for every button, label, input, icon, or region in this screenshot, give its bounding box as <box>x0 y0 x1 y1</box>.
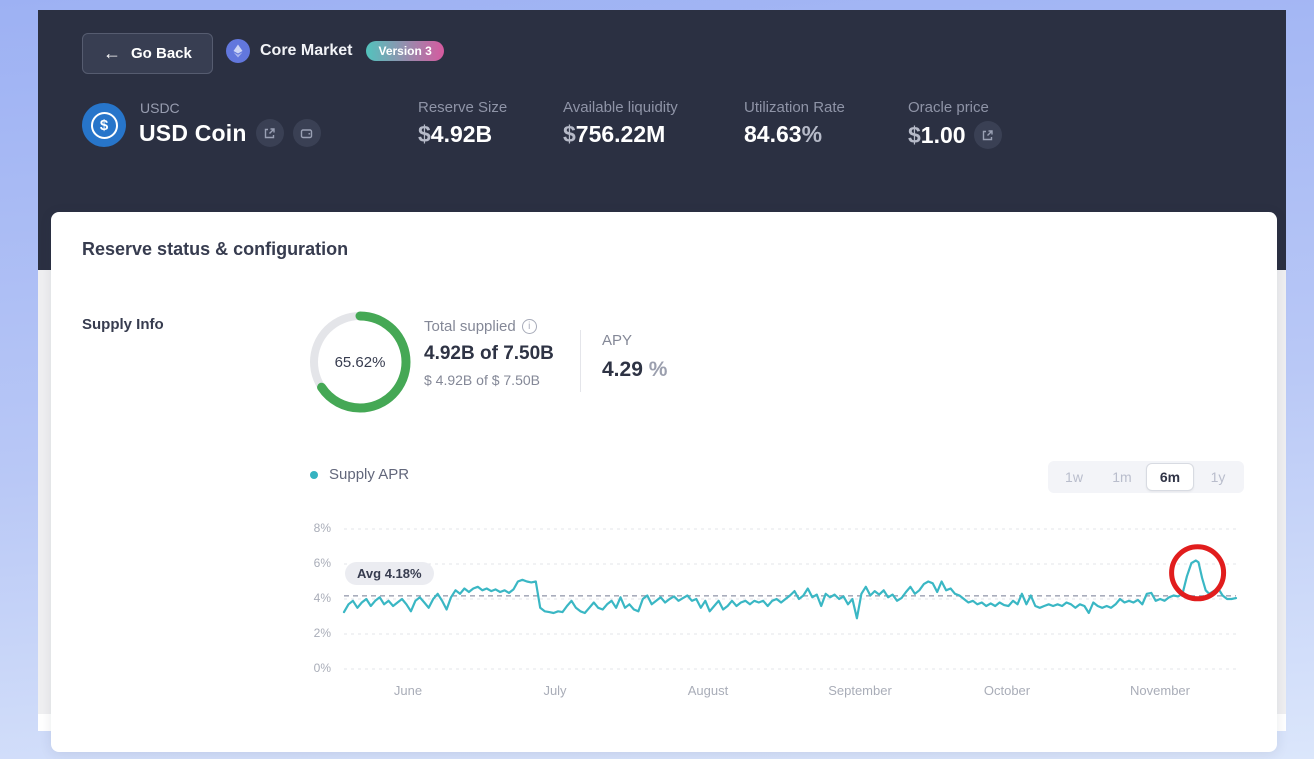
stat-available-liquidity: Available liquidity $756.22M <box>563 99 678 148</box>
total-supplied-value: 4.92B of 7.50B <box>424 343 554 364</box>
oracle-external-link-button[interactable] <box>973 121 1002 149</box>
stat-reserve-size: Reserve Size $4.92B <box>418 99 507 148</box>
info-icon[interactable]: i <box>521 319 537 334</box>
card-title: Reserve status & configuration <box>82 239 349 259</box>
average-pill: Avg 4.18% <box>345 562 434 585</box>
chart-legend: Supply APR <box>310 466 409 483</box>
donut-percent-label: 65.62% <box>334 353 386 371</box>
apr-line-chart-svg <box>342 528 1238 670</box>
total-supplied-usd: $ 4.92B of $ 7.50B <box>424 372 540 388</box>
stat-value: 1.00 <box>920 121 966 148</box>
stat-value: 4.92B <box>430 121 493 147</box>
y-tick-label: 6% <box>313 556 331 570</box>
total-supplied-block: Total supplied i 4.92B of 7.50B $ 4.92B … <box>424 318 554 388</box>
go-back-label: Go Back <box>131 45 192 62</box>
month-label: October <box>983 683 1031 698</box>
range-button-1w[interactable]: 1w <box>1050 463 1098 491</box>
range-button-1y[interactable]: 1y <box>1194 463 1242 491</box>
external-link-button[interactable] <box>255 119 284 147</box>
wallet-button[interactable] <box>292 119 321 147</box>
y-tick-label: 0% <box>313 661 331 675</box>
token-symbol: USDC <box>140 100 180 116</box>
ethereum-icon <box>226 39 250 63</box>
stat-value: 84.63 <box>744 121 802 147</box>
stat-label: Available liquidity <box>563 99 678 116</box>
page: ← Go Back Core Market Version 3 $ USDC U… <box>0 0 1314 759</box>
dollar-sign-icon: $ <box>90 111 118 139</box>
token-name: USD Coin <box>139 119 247 146</box>
time-range-selector: 1w 1m 6m 1y <box>1048 461 1244 493</box>
vertical-divider <box>580 330 581 392</box>
supply-donut-chart: 65.62% <box>308 310 412 414</box>
month-label: August <box>687 683 729 698</box>
y-tick-label: 4% <box>313 591 331 605</box>
token-name-row: USD Coin <box>139 119 321 147</box>
month-label: July <box>543 683 567 698</box>
total-supplied-label: Total supplied <box>424 318 516 335</box>
legend-dot-icon <box>310 470 318 479</box>
stat-label: Utilization Rate <box>744 99 845 116</box>
market-name: Core Market <box>260 42 353 59</box>
stat-label: Reserve Size <box>418 99 508 116</box>
left-arrow-icon: ← <box>103 43 121 63</box>
legend-label: Supply APR <box>329 466 410 483</box>
currency-prefix: $ <box>563 121 576 147</box>
stat-utilization-rate: Utilization Rate 84.63% <box>744 99 845 148</box>
apy-block: APY 4.29 % <box>602 332 667 382</box>
stat-label: Oracle price <box>908 99 989 116</box>
range-button-6m[interactable]: 6m <box>1146 463 1194 491</box>
market-row: Core Market Version 3 <box>226 39 444 63</box>
apy-label: APY <box>602 332 633 349</box>
usdc-token-icon: $ <box>82 103 126 147</box>
y-tick-label: 2% <box>313 626 331 640</box>
stat-value: 756.22M <box>575 121 666 147</box>
go-back-button[interactable]: ← Go Back <box>82 33 213 74</box>
month-label: June <box>393 683 423 698</box>
month-label: September <box>828 683 892 698</box>
apy-percent-suffix: % <box>648 358 668 381</box>
supply-apr-chart: 0% 2% 4% 6% 8% June July August September Octobe… <box>295 519 1245 709</box>
y-tick-label: 8% <box>313 521 331 535</box>
currency-prefix: $ <box>418 121 431 147</box>
version-badge: Version 3 <box>366 41 444 61</box>
percent-suffix: % <box>801 121 823 147</box>
apy-value: 4.29 <box>602 358 643 381</box>
stat-oracle-price: Oracle price $1.00 <box>908 99 1002 149</box>
supply-info-label: Supply Info <box>82 316 164 333</box>
range-button-1m[interactable]: 1m <box>1098 463 1146 491</box>
currency-prefix: $ <box>908 121 921 148</box>
month-label: November <box>1130 683 1190 698</box>
